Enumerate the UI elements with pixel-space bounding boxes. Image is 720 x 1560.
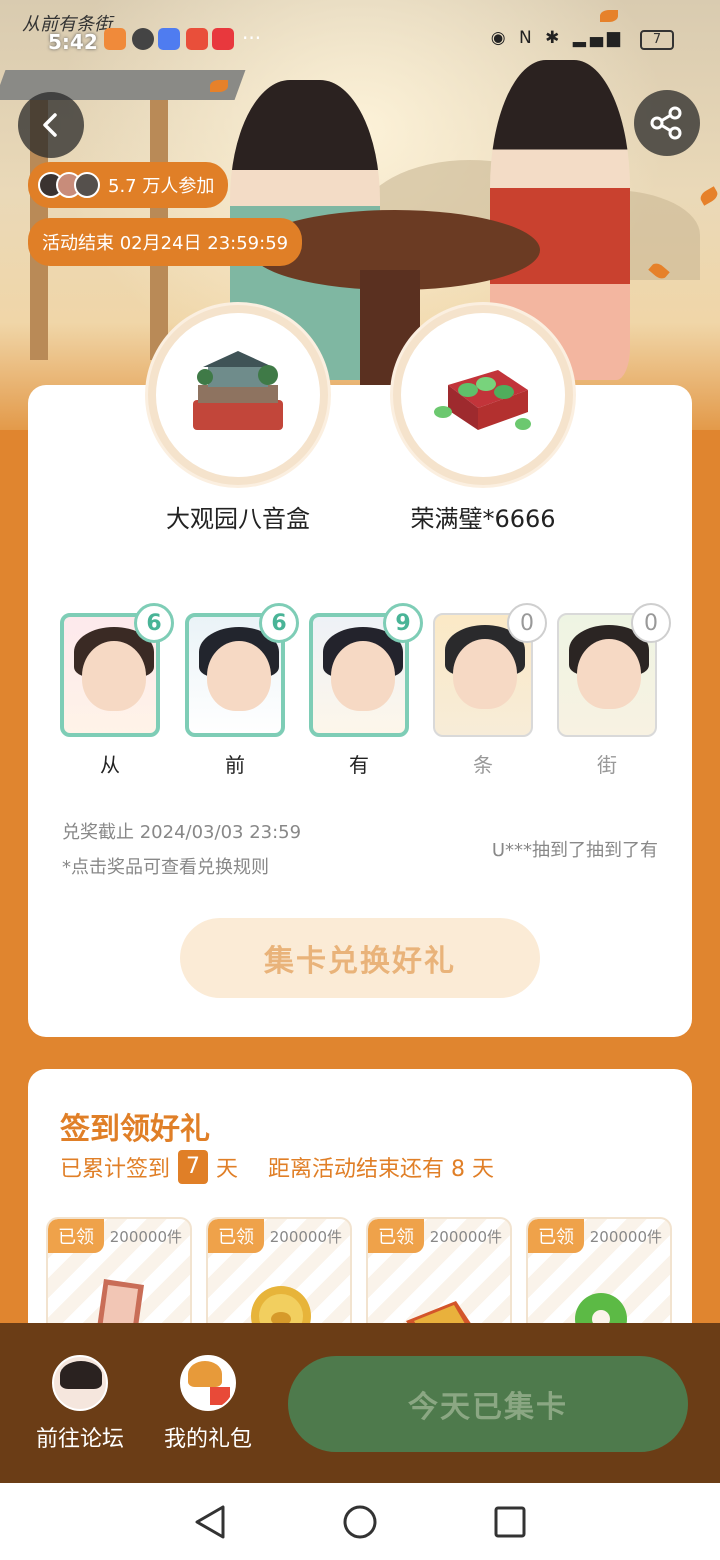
character-card-row: 6 从 6 前 9 有 0 条 0 街 xyxy=(60,603,680,785)
square-recents-icon xyxy=(494,1506,526,1537)
go-to-forum-button[interactable]: 前往论坛 xyxy=(20,1355,140,1453)
network-status: ◉ N ✱ ▂▄▆ xyxy=(491,28,624,48)
collected-today-button[interactable]: 今天已集卡 xyxy=(288,1356,688,1452)
card-name: 从 xyxy=(100,753,120,777)
card-count-badge: 9 xyxy=(383,603,423,643)
triangle-back-icon xyxy=(195,1505,225,1538)
back-arrow-icon xyxy=(43,113,57,137)
share-icon xyxy=(650,106,682,140)
gift-box-icon xyxy=(210,1387,230,1405)
card-name: 前 xyxy=(225,753,245,777)
bluetooth-icon: ✱ xyxy=(545,28,564,48)
share-button[interactable] xyxy=(634,90,700,156)
gift-stock: 200000件 xyxy=(269,1228,342,1246)
claimed-tag: 已领 xyxy=(208,1219,264,1253)
signed-prefix: 已累计签到 xyxy=(60,1157,171,1182)
eye-icon: ◉ xyxy=(490,28,510,48)
participant-text: 5.7 万人参加 xyxy=(108,176,215,197)
card-count-badge: 0 xyxy=(631,603,671,643)
prize-label: 大观园八音盒 xyxy=(166,505,310,533)
music-box-icon xyxy=(193,351,283,430)
notification-icon xyxy=(212,28,234,50)
clock: 5:42 xyxy=(48,30,98,54)
character-card-you[interactable]: 9 有 xyxy=(309,603,423,778)
character-card-qian[interactable]: 6 前 xyxy=(185,603,299,778)
forum-label: 前往论坛 xyxy=(35,1427,124,1452)
signed-days: 7 xyxy=(178,1150,209,1184)
giftbag-avatar xyxy=(180,1355,236,1411)
remaining-days: 距离活动结束还有 8 天 xyxy=(268,1157,495,1182)
signal-icon: ▂▄▆ xyxy=(572,28,624,48)
card-count-badge: 6 xyxy=(134,603,174,643)
jade-chest-icon xyxy=(434,370,531,430)
checkin-title: 签到领好礼 xyxy=(60,1112,210,1147)
nav-back-button[interactable] xyxy=(190,1502,230,1542)
participant-count: 5.7 万人参加 xyxy=(28,162,229,208)
my-giftbag-button[interactable]: 我的礼包 xyxy=(148,1355,268,1453)
notification-icon xyxy=(186,28,208,50)
claimed-tag: 已领 xyxy=(368,1219,424,1253)
notification-icon xyxy=(132,28,154,50)
redeem-deadline: 兑奖截止 2024/03/03 23:59 xyxy=(62,822,302,843)
circle-home-icon xyxy=(343,1505,377,1538)
nav-home-button[interactable] xyxy=(340,1502,380,1542)
checkin-progress: 已累计签到 7 天 距离活动结束还有 8 天 xyxy=(60,1150,494,1184)
signed-suffix: 天 xyxy=(216,1157,239,1182)
claimed-tag: 已领 xyxy=(528,1219,584,1253)
exchange-gift-button[interactable]: 集卡兑换好礼 xyxy=(180,918,540,998)
gift-stock: 200000件 xyxy=(109,1228,182,1246)
back-button[interactable] xyxy=(18,92,84,158)
card-count-badge: 0 xyxy=(507,603,547,643)
activity-end-time: 活动结束 02月24日 23:59:59 xyxy=(28,218,303,266)
forum-avatar xyxy=(52,1355,108,1411)
card-name: 有 xyxy=(349,753,369,777)
battery-icon: 7 xyxy=(640,30,674,50)
more-notifications: ··· xyxy=(242,26,262,50)
prize-label: 荣满璧*6666 xyxy=(410,505,556,533)
prize-jade-chest[interactable]: 荣满璧*6666 xyxy=(393,305,573,534)
participant-avatars xyxy=(38,172,100,198)
system-navigation-bar xyxy=(0,1483,720,1560)
giftbag-label: 我的礼包 xyxy=(163,1427,252,1452)
gift-stock: 200000件 xyxy=(429,1228,502,1246)
claimed-tag: 已领 xyxy=(48,1219,104,1253)
character-card-tiao[interactable]: 0 条 xyxy=(433,603,547,778)
status-bar: 从前有条街 5:42 ··· ◉ N ✱ ▂▄▆ 7 xyxy=(0,0,720,80)
notification-icon xyxy=(158,28,180,50)
notification-icon xyxy=(104,28,126,50)
prize-music-box[interactable]: 大观园八音盒 xyxy=(148,305,328,534)
nav-recents-button[interactable] xyxy=(490,1502,530,1542)
character-card-jie[interactable]: 0 街 xyxy=(557,603,671,778)
winner-broadcast: U***抽到了抽到了有 xyxy=(491,840,658,861)
redeem-rule-tip: *点击奖品可查看兑换规则 xyxy=(62,857,269,878)
card-name: 条 xyxy=(473,753,493,777)
gift-stock: 200000件 xyxy=(589,1228,662,1246)
card-count-badge: 6 xyxy=(259,603,299,643)
avatar xyxy=(74,172,100,198)
card-name: 街 xyxy=(597,753,617,777)
character-card-cong[interactable]: 6 从 xyxy=(60,603,174,778)
nfc-icon: N xyxy=(518,28,536,48)
